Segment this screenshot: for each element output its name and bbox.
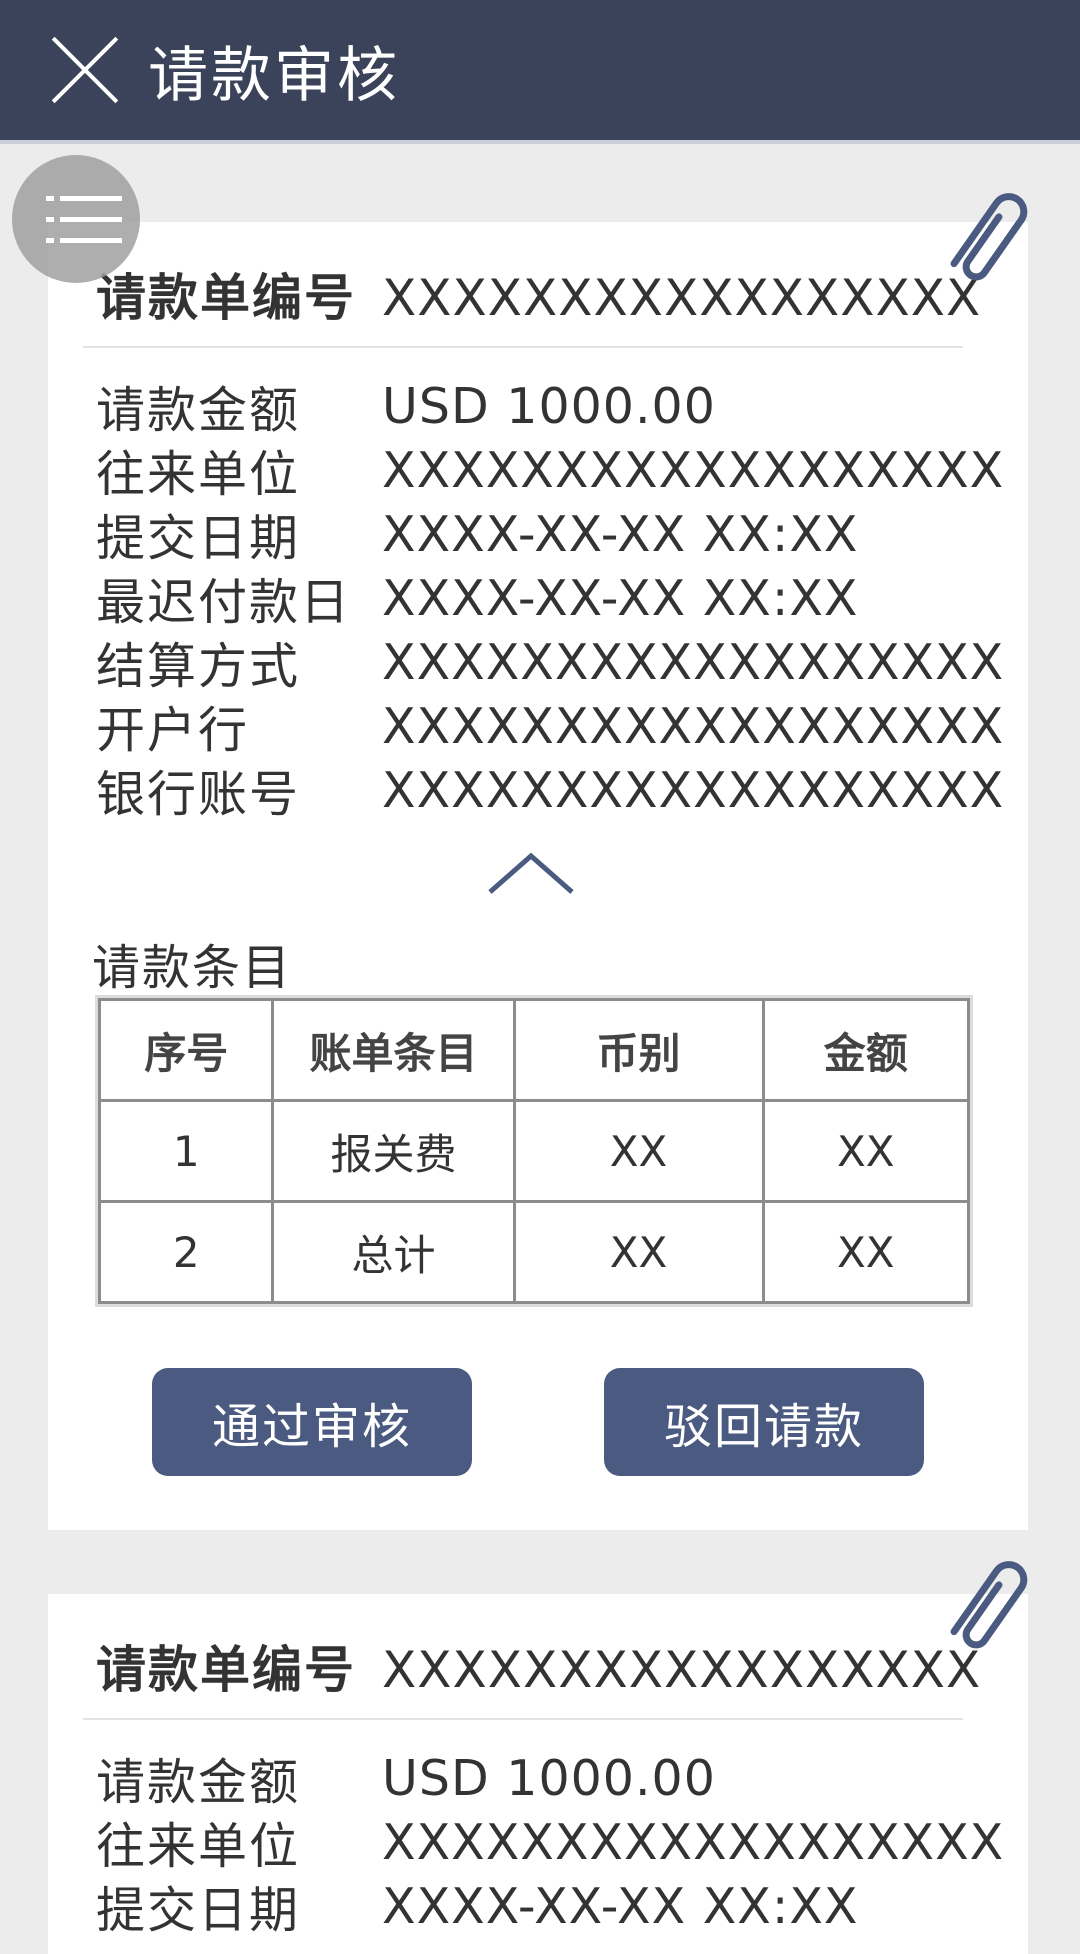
app-header: 请款审核 — [0, 0, 1080, 140]
paperclip-icon[interactable] — [936, 1550, 1046, 1660]
field-amount: 请款金额 USD 1000.00 — [96, 377, 716, 439]
chevron-up-icon[interactable] — [486, 848, 576, 898]
column-header: 金额 — [761, 998, 971, 1102]
table-cell: 2 — [97, 1200, 275, 1304]
column-header: 序号 — [97, 998, 275, 1102]
request-number-value: XXXXXXXXXXXXXXXXX — [382, 269, 982, 327]
payment-request-card: 请款单编号 XXXXXXXXXXXXXXXXX 请款金额 USD 1000.00… — [48, 1594, 1028, 1954]
table-row: 2 总计 XX XX — [97, 1200, 971, 1304]
request-number-label: 请款单编号 — [96, 1641, 356, 1699]
table-header-row: 序号 账单条目 币别 金额 — [97, 998, 971, 1102]
field-submit-date: 提交日期 XXXX-XX-XX XX:XX — [96, 1877, 859, 1939]
request-number-row: 请款单编号 XXXXXXXXXXXXXXXXX — [96, 1630, 981, 1702]
paperclip-icon[interactable] — [936, 182, 1046, 292]
table-cell: 总计 — [271, 1200, 516, 1304]
table-cell: XX — [512, 1200, 765, 1304]
field-submit-date: 提交日期 XXXX-XX-XX XX:XX — [96, 505, 859, 567]
field-latest-payment-date: 最迟付款日 XXXX-XX-XX XX:XX — [96, 569, 859, 631]
request-number-value: XXXXXXXXXXXXXXXXX — [382, 1641, 982, 1699]
payment-request-card: 请款单编号 XXXXXXXXXXXXXXXXX 请款金额 USD 1000.00… — [48, 222, 1028, 1530]
page-title: 请款审核 — [148, 40, 400, 111]
table-cell: XX — [761, 1099, 971, 1203]
close-icon[interactable] — [50, 35, 120, 105]
field-counterparty: 往来单位 XXXXXXXXXXXXXXXXXX — [96, 441, 1005, 503]
table-cell: 1 — [97, 1099, 275, 1203]
request-number-row: 请款单编号 XXXXXXXXXXXXXXXXX — [96, 258, 981, 330]
request-details: 请款金额 USD 1000.00 往来单位 XXXXXXXXXXXXXXXXXX… — [96, 1746, 1005, 1939]
column-header: 币别 — [512, 998, 765, 1102]
table-cell: 报关费 — [271, 1099, 516, 1203]
header-divider — [0, 140, 1080, 144]
divider — [83, 1718, 963, 1720]
reject-button[interactable]: 驳回请款 — [604, 1368, 924, 1476]
field-bank: 开户行 XXXXXXXXXXXXXXXXXX — [96, 697, 1005, 759]
field-counterparty: 往来单位 XXXXXXXXXXXXXXXXXX — [96, 1813, 1005, 1875]
divider — [83, 346, 963, 348]
request-details: 请款金额 USD 1000.00 往来单位 XXXXXXXXXXXXXXXXXX… — [96, 374, 1005, 823]
field-bank-account: 银行账号 XXXXXXXXXXXXXXXXXX — [96, 761, 1005, 823]
table-row: 1 报关费 XX XX — [97, 1099, 971, 1203]
field-settlement-method: 结算方式 XXXXXXXXXXXXXXXXXX — [96, 633, 1005, 695]
field-amount: 请款金额 USD 1000.00 — [96, 1749, 716, 1811]
table-cell: XX — [761, 1200, 971, 1304]
menu-icon — [46, 196, 122, 243]
menu-button[interactable] — [12, 155, 140, 283]
items-table: 序号 账单条目 币别 金额 1 报关费 XX XX 2 总计 XX XX — [97, 998, 971, 1304]
table-cell: XX — [512, 1099, 765, 1203]
column-header: 账单条目 — [271, 998, 516, 1102]
approve-button[interactable]: 通过审核 — [152, 1368, 472, 1476]
items-section-title: 请款条目 — [92, 940, 293, 996]
